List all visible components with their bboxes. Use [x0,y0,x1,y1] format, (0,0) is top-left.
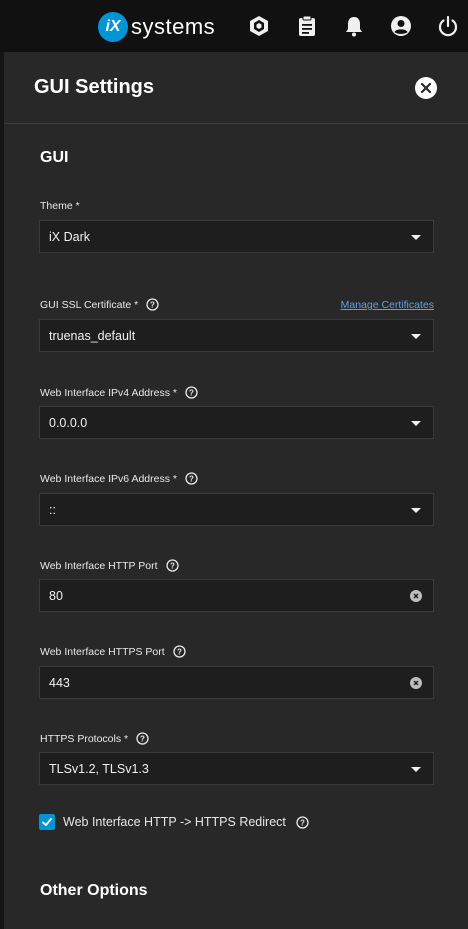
https-port-label-text: Web Interface HTTPS Port [40,645,165,658]
ipv4-label-text: Web Interface IPv4 Address * [40,386,177,399]
ipv4-label: Web Interface IPv4 Address * ? [40,386,198,399]
clear-icon[interactable] [410,677,422,689]
ssl-cert-select[interactable]: truenas_default [39,319,434,352]
ix-logo-mark: iX [98,12,128,42]
bell-icon[interactable] [342,14,366,38]
ipv4-select[interactable]: 0.0.0.0 [39,406,434,439]
clipboard-icon[interactable] [295,14,319,38]
theme-value: iX Dark [49,230,90,244]
http-port-label: Web Interface HTTP Port ? [40,559,179,572]
https-port-value: 443 [49,676,70,690]
svg-text:?: ? [300,818,305,827]
https-protocols-select[interactable]: TLSv1.2, TLSv1.3 [39,752,434,785]
redirect-checkbox[interactable] [39,814,55,830]
svg-text:?: ? [189,388,194,397]
help-icon[interactable]: ? [296,815,309,829]
ipv6-select[interactable]: :: [39,493,434,526]
svg-text:?: ? [189,474,194,483]
ssl-cert-label: GUI SSL Certificate * ? [40,298,159,311]
https-protocols-value: TLSv1.2, TLSv1.3 [49,762,149,776]
account-icon[interactable] [389,14,413,38]
https-protocols-label: HTTPS Protocols * ? [40,732,149,745]
section-title-gui: GUI [40,149,69,166]
close-button[interactable] [415,77,437,99]
panel-title: GUI Settings [34,76,155,98]
help-icon[interactable]: ? [165,559,179,572]
redirect-label: Web Interface HTTP -> HTTPS Redirect [63,815,286,829]
help-icon[interactable]: ? [173,645,186,658]
truecommand-icon[interactable] [247,14,271,38]
ssl-cert-value: truenas_default [49,329,136,343]
svg-text:?: ? [170,561,175,570]
help-icon[interactable]: ? [136,732,149,745]
ixsystems-logo[interactable]: iX systems [98,12,215,42]
manage-certificates-link[interactable]: Manage Certificates [341,299,434,311]
section-title-other-options: Other Options [40,882,148,899]
svg-text:?: ? [140,734,145,743]
logo-text: systems [131,14,216,39]
theme-label: Theme * [40,200,80,212]
svg-text:?: ? [177,647,182,656]
dropdown-arrow-icon [411,508,421,513]
ipv4-value: 0.0.0.0 [49,416,88,430]
https-port-label: Web Interface HTTPS Port ? [40,645,186,658]
https-port-input[interactable]: 443 [39,666,434,699]
dropdown-arrow-icon [411,235,421,240]
close-icon [420,82,432,94]
theme-select[interactable]: iX Dark [39,220,434,253]
redirect-checkbox-row: Web Interface HTTP -> HTTPS Redirect ? [39,814,309,830]
http-port-value: 80 [49,589,63,603]
help-icon[interactable]: ? [185,472,198,485]
clear-icon[interactable] [410,590,422,602]
dropdown-arrow-icon [411,334,421,339]
theme-label-text: Theme * [40,200,80,212]
power-icon[interactable] [436,14,460,38]
help-icon[interactable]: ? [146,298,159,311]
ipv6-value: :: [49,503,56,517]
help-icon[interactable]: ? [185,386,198,399]
http-port-label-text: Web Interface HTTP Port [40,559,158,572]
ipv6-label-text: Web Interface IPv6 Address * [40,472,177,485]
panel-header: GUI Settings [4,52,468,124]
ssl-cert-label-text: GUI SSL Certificate * [40,298,139,311]
https-protocols-label-text: HTTPS Protocols * [40,732,129,745]
top-bar: iX systems [0,0,468,52]
ipv6-label: Web Interface IPv6 Address * ? [40,472,198,485]
dropdown-arrow-icon [411,767,421,772]
check-icon [42,818,52,826]
dropdown-arrow-icon [411,421,421,426]
gui-settings-panel: GUI Settings GUI Theme * iX Dark GUI SSL… [4,52,468,929]
http-port-input[interactable]: 80 [39,579,434,612]
svg-text:?: ? [150,300,155,309]
